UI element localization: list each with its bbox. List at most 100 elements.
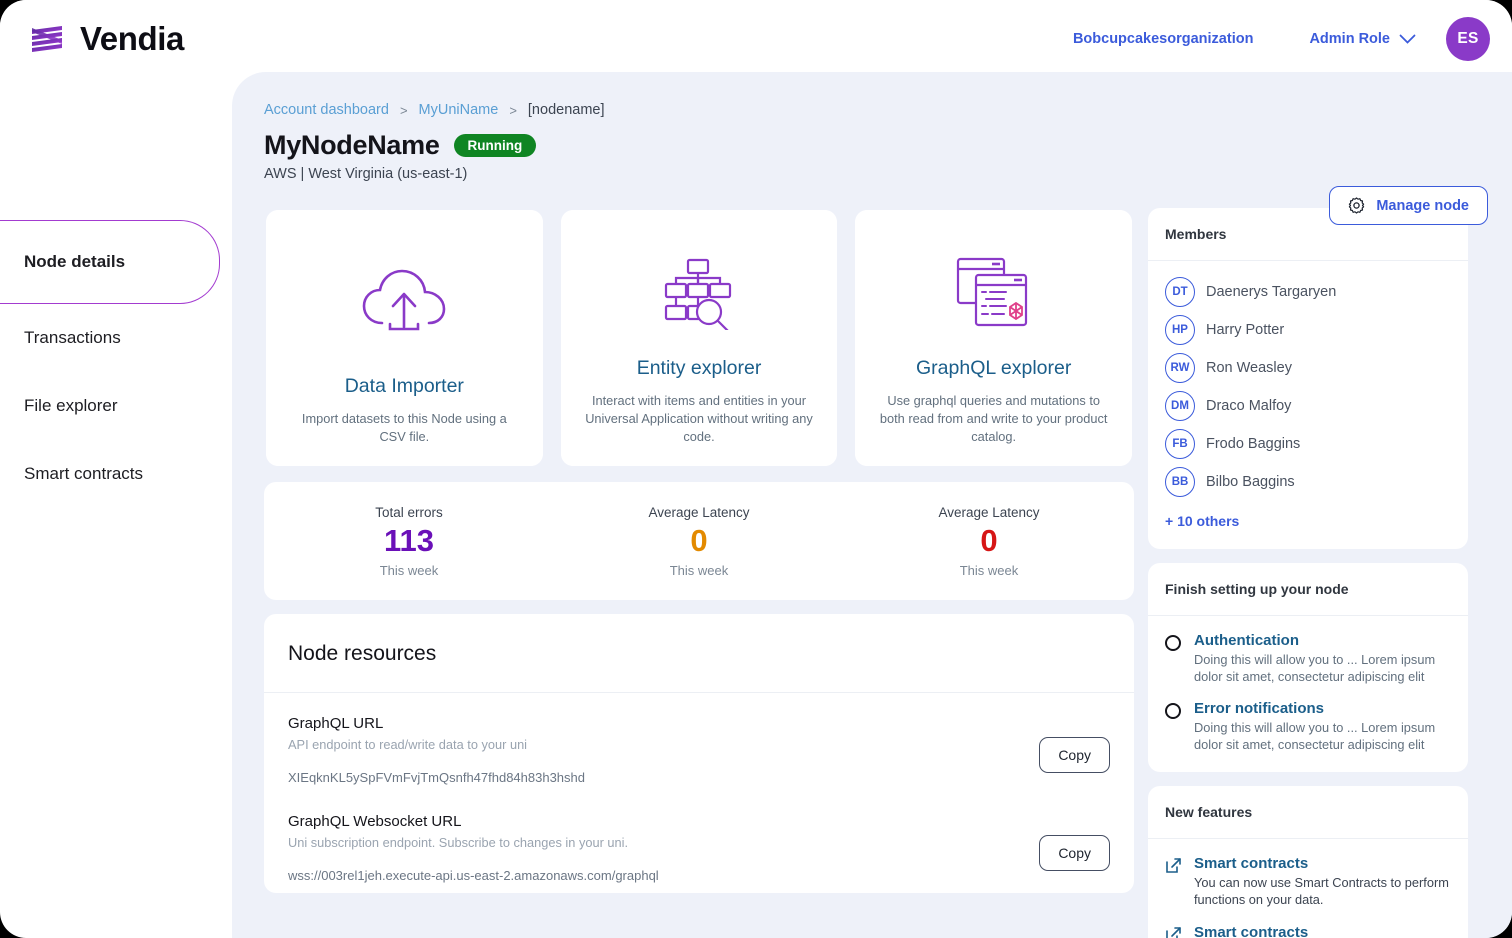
member-item[interactable]: BB Bilbo Baggins [1165, 467, 1451, 497]
entity-graph-search-icon [660, 230, 738, 357]
breadcrumb-separator: > [399, 102, 408, 118]
stat-period: This week [959, 562, 1019, 578]
resource-url: wss://003rel1jeh.execute-api.us-east-2.a… [288, 868, 659, 883]
page-title-row: MyNodeName Running [264, 130, 1488, 161]
setup-item-error-notifications[interactable]: Error notifications Doing this will allo… [1165, 700, 1451, 754]
setup-list: Authentication Doing this will allow you… [1148, 616, 1468, 772]
setup-item-description: Doing this will allow you to ... Lorem i… [1194, 719, 1436, 753]
main-content: Account dashboard > MyUniName > [nodenam… [232, 72, 1512, 938]
stat-label: Average Latency [648, 504, 750, 520]
card-data-importer[interactable]: Data Importer Import datasets to this No… [264, 208, 545, 468]
sidebar-item-label: Node details [24, 252, 126, 271]
sidebar-item-label: Smart contracts [24, 464, 144, 483]
member-item[interactable]: RW Ron Weasley [1165, 353, 1451, 383]
setup-item-authentication[interactable]: Authentication Doing this will allow you… [1165, 632, 1451, 686]
vendia-logo[interactable]: Vendia [28, 20, 184, 58]
card-description: Import datasets to this Node using a CSV… [301, 410, 507, 444]
member-item[interactable]: DT Daenerys Targaryen [1165, 277, 1451, 307]
gear-icon [1349, 197, 1365, 214]
member-name: Frodo Baggins [1206, 436, 1301, 452]
node-region-subtitle: AWS | West Virginia (us-east-1) [264, 166, 468, 182]
setup-heading: Finish setting up your node [1148, 563, 1468, 616]
member-avatar: FB [1165, 429, 1195, 459]
manage-node-label: Manage node [1376, 197, 1469, 214]
stat-value: 113 [383, 522, 434, 558]
member-item[interactable]: HP Harry Potter [1165, 315, 1451, 345]
vendia-logo-icon [32, 26, 62, 52]
sidebar-item-label: Transactions [24, 328, 121, 347]
member-name: Bilbo Baggins [1206, 474, 1295, 490]
sidebar-item-node-details[interactable]: Node details [0, 220, 220, 304]
new-features-heading: New features [1148, 786, 1468, 839]
avatar[interactable]: ES [1446, 17, 1490, 61]
stat-average-latency-2: Average Latency 0 This week [844, 505, 1134, 578]
breadcrumb-item-uni[interactable]: MyUniName [419, 102, 499, 118]
stat-total-errors: Total errors 113 This week [264, 505, 554, 578]
radio-icon[interactable] [1165, 702, 1181, 719]
setup-item-title[interactable]: Authentication [1194, 632, 1451, 649]
member-avatar: DT [1165, 277, 1195, 307]
right-column: Members DT Daenerys Targaryen HP Harry P… [1148, 208, 1468, 938]
card-content: Entity explorer Interact with items and … [577, 230, 822, 446]
member-avatar: BB [1165, 467, 1195, 497]
new-feature-item[interactable]: Smart contracts You can now use Smart Co… [1165, 855, 1451, 909]
organization-link[interactable]: Bobcupcakesorganization [1073, 31, 1253, 47]
member-item[interactable]: DM Draco Malfoy [1165, 391, 1451, 421]
member-avatar: HP [1165, 315, 1195, 345]
member-avatar: RW [1165, 353, 1195, 383]
card-entity-explorer[interactable]: Entity explorer Interact with items and … [558, 208, 840, 468]
resource-url: XIEqknKL5ySpFVmFvjTmQsnfh47fhd84h83h3hsh… [288, 770, 586, 785]
setup-item-title[interactable]: Error notifications [1194, 700, 1451, 717]
stat-value: 0 [980, 522, 998, 558]
card-description: Interact with items and entities in your… [585, 392, 813, 444]
radio-icon[interactable] [1165, 635, 1181, 651]
card-description: Use graphql queries and mutations to bot… [879, 392, 1108, 444]
sidebar-item-label: File explorer [24, 396, 118, 415]
stats-card: Total errors 113 This week Average Laten… [264, 482, 1134, 600]
setup-item-description: Doing this will allow you to ... Lorem i… [1194, 652, 1436, 685]
copy-button[interactable]: Copy [1039, 737, 1110, 773]
member-avatar: DM [1165, 391, 1195, 421]
sidebar-item-file-explorer[interactable]: File explorer [0, 372, 232, 440]
card-title: GraphQL explorer [916, 356, 1072, 379]
member-name: Ron Weasley [1206, 360, 1292, 376]
resource-info: GraphQL Websocket URL Uni subscription e… [288, 813, 1039, 883]
sidebar: Node details Transactions File explorer … [0, 78, 232, 508]
status-badge: Running [453, 134, 537, 157]
left-column: Data Importer Import datasets to this No… [264, 208, 1134, 938]
stat-value: 0 [690, 522, 708, 558]
setup-item-text: Error notifications Doing this will allo… [1194, 700, 1451, 754]
setup-item-text: Authentication Doing this will allow you… [1194, 632, 1451, 686]
app-window: Vendia Bobcupcakesorganization Admin Rol… [0, 0, 1512, 938]
new-features-list: Smart contracts You can now use Smart Co… [1148, 839, 1468, 938]
more-members-link[interactable]: + 10 others [1165, 513, 1239, 529]
top-bar-right: Bobcupcakesorganization Admin Role ES [1073, 17, 1512, 61]
breadcrumb-item-current: [nodename] [527, 102, 605, 118]
new-feature-item[interactable]: Smart contracts [1165, 924, 1451, 938]
manage-node-button[interactable]: Manage node [1329, 186, 1488, 225]
stat-period: This week [669, 562, 729, 578]
member-name: Daenerys Targaryen [1206, 284, 1337, 300]
external-link-icon [1166, 857, 1181, 873]
node-resources-heading: Node resources [264, 614, 1134, 693]
new-feature-title[interactable]: Smart contracts [1194, 855, 1451, 872]
new-feature-title[interactable]: Smart contracts [1194, 924, 1308, 938]
role-selector[interactable]: Admin Role [1309, 31, 1416, 47]
member-name: Harry Potter [1206, 322, 1285, 338]
card-title: Entity explorer [636, 356, 762, 379]
card-content: GraphQL explorer Use graphql queries and… [871, 230, 1116, 446]
copy-button[interactable]: Copy [1039, 835, 1110, 871]
top-bar: Vendia Bobcupcakesorganization Admin Rol… [0, 0, 1512, 78]
resource-description: Uni subscription endpoint. Subscribe to … [288, 835, 629, 850]
content-grid: Data Importer Import datasets to this No… [264, 208, 1488, 938]
member-item[interactable]: FB Frodo Baggins [1165, 429, 1451, 459]
card-graphql-explorer[interactable]: GraphQL explorer Use graphql queries and… [853, 208, 1134, 468]
page-title: MyNodeName [264, 130, 440, 160]
sidebar-item-transactions[interactable]: Transactions [0, 304, 232, 372]
new-feature-description: You can now use Smart Contracts to perfo… [1194, 874, 1449, 907]
breadcrumb-item-account-dashboard[interactable]: Account dashboard [264, 102, 389, 118]
brand-name: Vendia [80, 20, 184, 57]
stat-label: Total errors [375, 504, 443, 520]
breadcrumb-separator: > [509, 102, 517, 118]
sidebar-item-smart-contracts[interactable]: Smart contracts [0, 440, 232, 508]
